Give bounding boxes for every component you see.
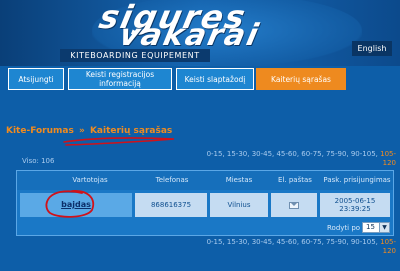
email-cell: [271, 193, 317, 217]
table-header: Vartotojas Telefonas Miestas El. paštas …: [17, 171, 393, 190]
tab-kiters-list[interactable]: Kaiterių sąrašas: [256, 68, 346, 90]
column-header-last-login: Pask. prisijungimas: [323, 176, 391, 184]
chevron-down-icon[interactable]: ▼: [379, 223, 389, 232]
column-header-city: Miestas: [225, 176, 253, 184]
pagination-current-bottom: 105-120: [380, 238, 396, 255]
breadcrumb-current-link[interactable]: Kaiterių sąrašas: [90, 126, 172, 136]
table-row: bajdas 868616375 Vilnius 2005-06-15 23:3…: [20, 193, 390, 217]
language-link-english[interactable]: English: [352, 41, 392, 56]
pagination-links-bottom[interactable]: 0-15, 15-30, 30-45, 45-60, 60-75, 75-90,…: [207, 238, 381, 246]
phone-cell: 868616375: [135, 193, 207, 217]
column-header-phone: Telefonas: [155, 176, 189, 184]
last-login-cell: 2005-06-15 23:39:25: [320, 193, 390, 217]
mail-icon[interactable]: [289, 201, 299, 209]
pagination-top: 0-15, 15-30, 30-45, 45-60, 60-75, 75-90,…: [206, 150, 396, 168]
main-nav: Atsijungti Keisti registracijos informac…: [0, 68, 400, 96]
breadcrumb-separator: »: [78, 126, 85, 136]
tab-logout[interactable]: Atsijungti: [8, 68, 64, 90]
site-subtitle: KITEBOARDING EQUIPEMENT: [60, 49, 210, 62]
breadcrumb-root-link[interactable]: Kite-Forumas: [6, 126, 74, 136]
column-header-email: El. paštas: [278, 176, 312, 184]
site-header: sigures vakarai KITEBOARDING EQUIPEMENT …: [0, 0, 400, 66]
pagination-links[interactable]: 0-15, 15-30, 30-45, 45-60, 60-75, 75-90,…: [207, 150, 381, 158]
total-count: Viso: 106: [22, 157, 55, 165]
user-link[interactable]: bajdas: [61, 201, 91, 209]
breadcrumb: Kite-Forumas » Kaiterių sąrašas: [6, 126, 172, 136]
pagination-bottom: 0-15, 15-30, 30-45, 45-60, 60-75, 75-90,…: [206, 238, 396, 256]
per-page-value: 15: [366, 223, 375, 231]
per-page-label: Rodyti po: [327, 224, 361, 232]
kiters-table: Vartotojas Telefonas Miestas El. paštas …: [16, 170, 394, 236]
per-page-select[interactable]: 15 ▼: [362, 222, 390, 233]
red-underline-annotation: [63, 137, 175, 146]
column-header-user: Vartotojas: [72, 176, 108, 184]
city-cell: Vilnius: [210, 193, 268, 217]
logo-text-line2: vakarai: [116, 18, 264, 53]
tab-edit-registration[interactable]: Keisti registracijos informaciją: [68, 68, 172, 90]
user-cell: bajdas: [20, 193, 132, 217]
pagination-current: 105-120: [380, 150, 396, 167]
tab-change-password[interactable]: Keisti slaptažodį: [176, 68, 254, 90]
